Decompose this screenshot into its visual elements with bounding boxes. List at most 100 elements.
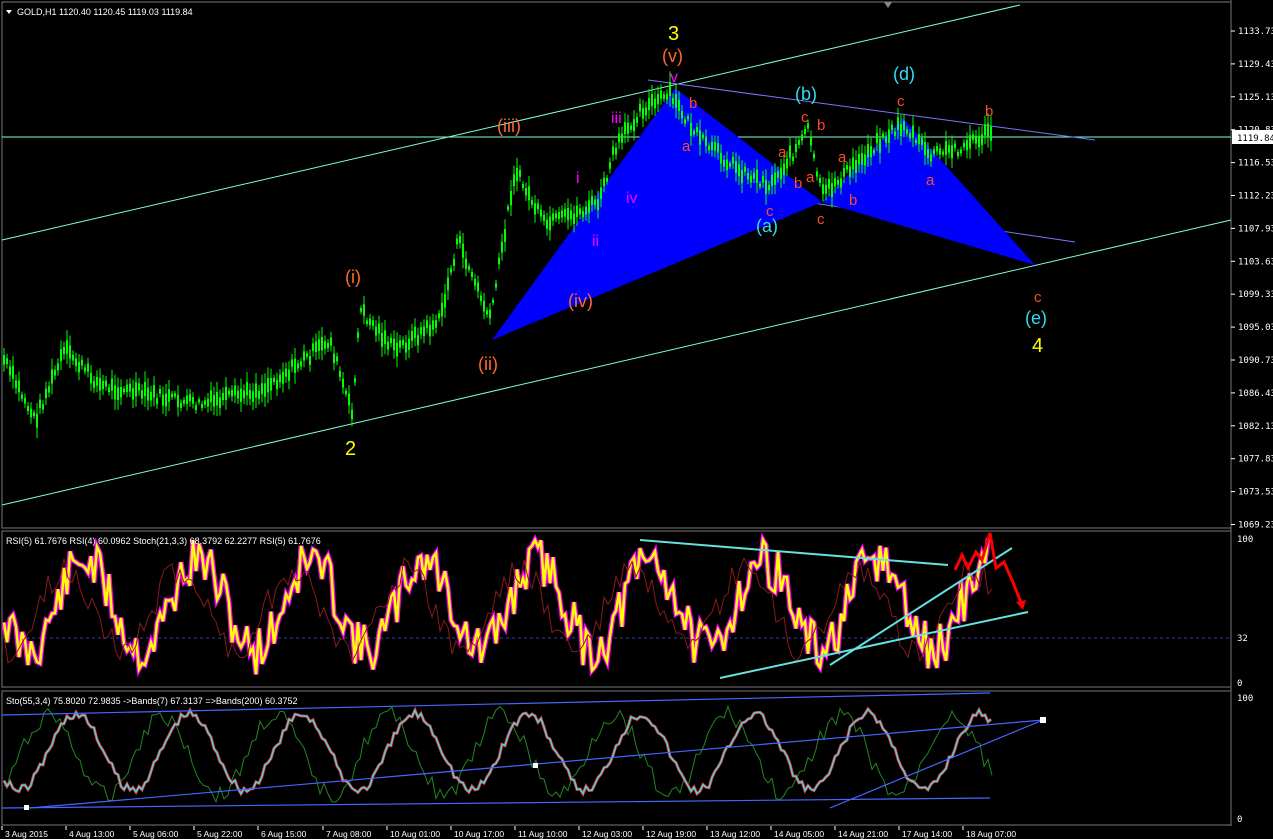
- wave-e-paren-label: (e): [1025, 308, 1047, 328]
- candle-body: [477, 282, 479, 292]
- candle-body: [342, 378, 344, 388]
- wave-b5-label: b: [985, 103, 993, 120]
- candle-body: [537, 203, 539, 210]
- candle-body: [69, 345, 71, 359]
- candle-body: [570, 210, 572, 220]
- sto-support-line[interactable]: [829, 719, 1044, 809]
- candle-body: [453, 258, 455, 266]
- candle-body: [315, 341, 317, 352]
- candle-body: [501, 241, 503, 253]
- rsi-shadow-line: [1, 532, 991, 678]
- candle-body: [885, 136, 887, 143]
- sto-lines: [2, 704, 993, 804]
- candle-body: [456, 238, 458, 245]
- candle-body: [309, 356, 311, 365]
- rsi-tick-100: 100: [1237, 535, 1253, 545]
- time-tick-label: 13 Aug 12:00: [710, 829, 760, 839]
- wave-3-label: 3: [668, 23, 679, 45]
- time-tick-label: 17 Aug 14:00: [902, 829, 952, 839]
- scroll-marker-icon[interactable]: [884, 2, 892, 8]
- candle-body: [378, 323, 380, 334]
- candle-body: [156, 398, 158, 405]
- candle-body: [408, 338, 410, 350]
- candle-body: [285, 368, 287, 377]
- candle-body: [417, 335, 419, 346]
- candle-body: [951, 145, 953, 159]
- candle-body: [642, 107, 644, 119]
- candle-body: [72, 354, 74, 361]
- candle-body: [972, 134, 974, 140]
- candle-body: [504, 229, 506, 243]
- rsi-top-trendline[interactable]: [639, 539, 949, 566]
- candle-body: [138, 383, 140, 391]
- candle-body: [633, 119, 635, 132]
- time-tick-label: 12 Aug 03:00: [582, 829, 632, 839]
- candle-body: [159, 388, 161, 394]
- candle-body: [822, 184, 824, 195]
- candle-body: [825, 184, 827, 194]
- price-tick-label: 1099.33: [1238, 290, 1273, 300]
- candle-body: [918, 134, 920, 145]
- sto-end-point[interactable]: [1040, 717, 1046, 723]
- rsi-bottom-trendline[interactable]: [719, 611, 1029, 679]
- candle-body: [420, 327, 422, 335]
- wave-b4-label: b: [849, 192, 857, 209]
- candle-body: [699, 130, 701, 145]
- candle-body: [522, 184, 524, 189]
- wave-ii-label: (ii): [478, 354, 498, 374]
- candle-body: [318, 339, 320, 351]
- candle-body: [555, 213, 557, 219]
- candle-body: [528, 186, 530, 201]
- candle-body: [777, 171, 779, 178]
- candle-body: [354, 378, 356, 383]
- candle-body: [24, 397, 26, 404]
- candle-body: [405, 342, 407, 353]
- candle-body: [939, 148, 941, 155]
- candle-body: [111, 378, 113, 391]
- candle-body: [192, 397, 194, 404]
- candle-body: [75, 358, 77, 367]
- sto-anchor-point[interactable]: [533, 763, 538, 768]
- candle-body: [768, 184, 770, 191]
- price-tick-label: 1107.93: [1238, 224, 1273, 234]
- candle-body: [978, 135, 980, 148]
- candle-body: [660, 90, 662, 99]
- wave-4-label: 4: [1032, 335, 1043, 357]
- candle-body: [849, 166, 851, 177]
- candle-body: [771, 174, 773, 186]
- candle-body: [549, 216, 551, 231]
- subwave-iv-label: iv: [626, 190, 638, 207]
- candle-body: [729, 163, 731, 167]
- candle-body: [915, 139, 917, 144]
- candle-body: [222, 392, 224, 401]
- candle-body: [279, 374, 281, 383]
- candle-body: [630, 125, 632, 130]
- candle-body: [546, 219, 548, 229]
- candle-body: [93, 381, 95, 388]
- candle-body: [108, 387, 110, 393]
- candle-body: [339, 370, 341, 377]
- chart-window[interactable]: 1133.731129.431125.131120.831116.531112.…: [0, 0, 1273, 839]
- candle-body: [21, 394, 23, 399]
- candle-body: [63, 346, 65, 355]
- candle-body: [609, 162, 611, 169]
- candle-body: [213, 395, 215, 407]
- candle-body: [96, 376, 98, 386]
- candle-body: [402, 340, 404, 346]
- candle-body: [480, 295, 482, 302]
- candle-body: [267, 378, 269, 393]
- time-tick-label: 14 Aug 05:00: [774, 829, 824, 839]
- sto-start-point[interactable]: [24, 805, 29, 810]
- subwave-ii-label: ii: [592, 233, 599, 250]
- time-tick-label: 10 Aug 01:00: [390, 829, 440, 839]
- candle-body: [129, 383, 131, 392]
- red-projection-path[interactable]: [953, 532, 1014, 581]
- candle-body: [936, 146, 938, 152]
- candle-body: [198, 399, 200, 403]
- candle-body: [687, 115, 689, 120]
- candle-body: [990, 126, 992, 141]
- candle-body: [765, 179, 767, 195]
- candle-body: [882, 133, 884, 138]
- subwave-iii-label: iii: [611, 110, 622, 127]
- dropdown-triangle-icon[interactable]: [6, 10, 12, 14]
